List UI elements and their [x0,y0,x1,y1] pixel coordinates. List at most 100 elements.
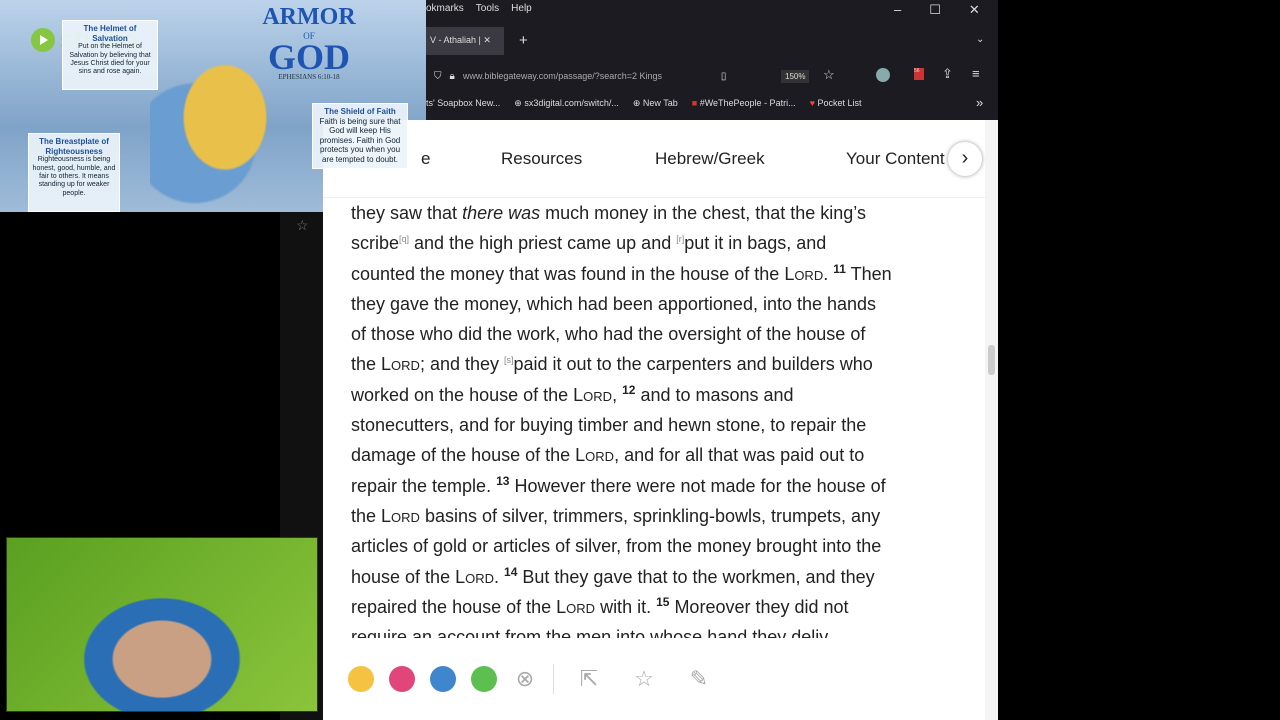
menu-bookmarks[interactable]: okmarks [426,3,464,14]
favorite-star-icon[interactable]: ☆ [624,666,664,692]
text: they gave the money, which had been appo… [351,293,877,314]
minimize-button[interactable]: – [894,2,901,18]
verse-number: 12 [622,382,636,397]
text: the [351,505,382,526]
text: ; and they [419,354,504,375]
shield-icon: ⛉ [434,70,442,82]
scripture-line: require an account from the men into who… [351,622,981,638]
text: , [612,384,623,405]
scripture-line: worked on the house of the Lord, 12 and … [351,380,981,410]
menu-hamburger-icon[interactable]: ≡ [972,66,980,81]
maximize-button[interactable]: ☐ [929,2,941,18]
divider [553,664,554,694]
bookmark-sx3[interactable]: ⊕ sx3digital.com/switch/... [514,98,619,109]
note-edit-icon[interactable]: ✎ [679,666,719,692]
menu-help[interactable]: Help [511,3,532,14]
nav-your-content[interactable]: Your Content [846,149,945,169]
bookmark-label: sx3digital.com/switch/... [524,98,619,108]
clear-highlight-icon[interactable]: ⊗ [512,666,538,692]
nav-next-arrow-icon[interactable]: › [948,141,982,176]
lord-smallcaps: Lord [575,445,615,466]
text: house of the [351,566,456,587]
verse-number: 13 [496,473,510,488]
lord-smallcaps: Lord [573,384,613,405]
scripture-line: the Lord basins of silver, trimmers, spr… [351,501,981,531]
text: However there were not made for the hous… [509,475,886,496]
text: Moreover they did not [669,596,849,617]
lord-smallcaps: Lord [556,596,596,617]
close-window-button[interactable]: ✕ [969,2,980,18]
text: , and for all that was paid out to [614,445,865,466]
text: with it. [595,596,657,617]
url-text[interactable]: www.biblegateway.com/passage/?search=2 K… [463,71,713,81]
tab-close-icon[interactable]: ✕ [483,35,491,45]
bookmark-new-tab[interactable]: ⊕ New Tab [633,98,678,109]
breastplate-text: Righteousness is being honest, good, hum… [32,156,116,197]
title-armor: ARMOR [262,4,356,30]
scripture-line: of those who did the work, who had the o… [351,319,981,349]
extension-badge: 56 [914,68,920,74]
highlight-blue-button[interactable] [430,666,456,692]
highlight-pink-button[interactable] [389,666,415,692]
browser-chrome: okmarks Tools Help – ☐ ✕ V - Athaliah | ✕ … [426,0,998,120]
scripture-line: stonecutters, and for buying timber and … [351,410,981,440]
passage-nav: e Resources Hebrew/Greek Your Content › [323,120,985,198]
armor-title: ARMOR OF GOD EPHESIANS 6:10-18 [250,4,368,81]
extensions-icon[interactable]: ⇪ [942,66,953,82]
text: and to masons and [635,384,794,405]
extension-icon[interactable]: 56 [914,68,924,80]
star-icon[interactable]: ☆ [296,217,309,234]
active-tab[interactable]: V - Athaliah | ✕ [426,27,504,55]
tab-list-chevron-icon[interactable]: ⌄ [976,34,984,45]
helmet-box: The Helmet of Salvation Put on the Helmet… [62,20,158,90]
shield-text: Faith is being sure that God will keep H… [319,116,401,164]
zoom-level[interactable]: 150% [781,70,810,83]
bookmark-star-icon[interactable]: ☆ [823,67,835,83]
highlight-yellow-button[interactable] [348,666,374,692]
reader-icon[interactable]: ▯ [721,71,727,82]
scripture-line: house of the Lord. 14 But they gave that… [351,562,981,592]
bookmark-label: New Tab [642,98,678,108]
footnote-link[interactable]: [s] [504,355,514,365]
scripture-line: counted the money that was found in the … [351,259,981,289]
footnote-link[interactable]: [q] [399,234,409,244]
scrollbar-thumb[interactable] [988,345,995,375]
menu-tools[interactable]: Tools [476,3,499,14]
bookmark-wethepeople[interactable]: ■ #WeThePeople - Patri... [692,98,796,109]
bookmark-pocket[interactable]: ♥ Pocket List [810,98,862,109]
lord-smallcaps: Lord [381,354,420,375]
text: repair the temple. [351,475,497,496]
webcam-feed [6,537,318,712]
scripture-line: scribe[q] and the high priest came up an… [351,228,981,258]
globe-icon: ⊕ [514,98,525,108]
verse-number: 11 [833,261,846,276]
new-tab-button[interactable]: + [519,32,528,49]
text: . [494,566,505,587]
highlight-green-button[interactable] [471,666,497,692]
text: of those who did the work, who had the o… [351,324,866,345]
site-icon: ■ [691,98,700,108]
profile-icon[interactable] [876,68,890,82]
nav-item-partial[interactable]: e [421,149,430,169]
text: stonecutters, and for buying timber and … [351,415,867,436]
url-bar[interactable]: ⛉ 🔒︎ www.biblegateway.com/passage/?search… [434,62,794,90]
highlight-toolbar: ⊗ ⇱ ☆ ✎ [323,638,985,720]
text: much money in the chest, that the king’s [540,203,866,223]
lord-smallcaps: Lord [784,263,824,284]
shield-box: The Shield of Faith Faith is being sure t… [312,103,408,169]
text: counted the money that was found in the … [351,263,785,284]
tab-title: V - Athaliah | [430,35,481,45]
scripture-text: they saw that there was much money in th… [351,198,981,638]
text: worked on the house of the [351,384,574,405]
more-bookmarks-icon[interactable]: » [976,95,983,110]
scrollbar[interactable] [985,120,998,720]
scripture-line: they gave the money, which had been appo… [351,289,981,319]
lord-smallcaps: Lord [455,566,494,587]
bookmark-label: Pocket List [817,98,862,108]
nav-hebrew-greek[interactable]: Hebrew/Greek [655,149,765,169]
text: . [823,263,834,284]
share-icon[interactable]: ⇱ [569,666,609,692]
bookmark-soapbox[interactable]: ts' Soapbox New... [426,98,500,109]
text: paid it out to the carpenters and builde… [513,354,873,375]
nav-resources[interactable]: Resources [501,149,582,169]
